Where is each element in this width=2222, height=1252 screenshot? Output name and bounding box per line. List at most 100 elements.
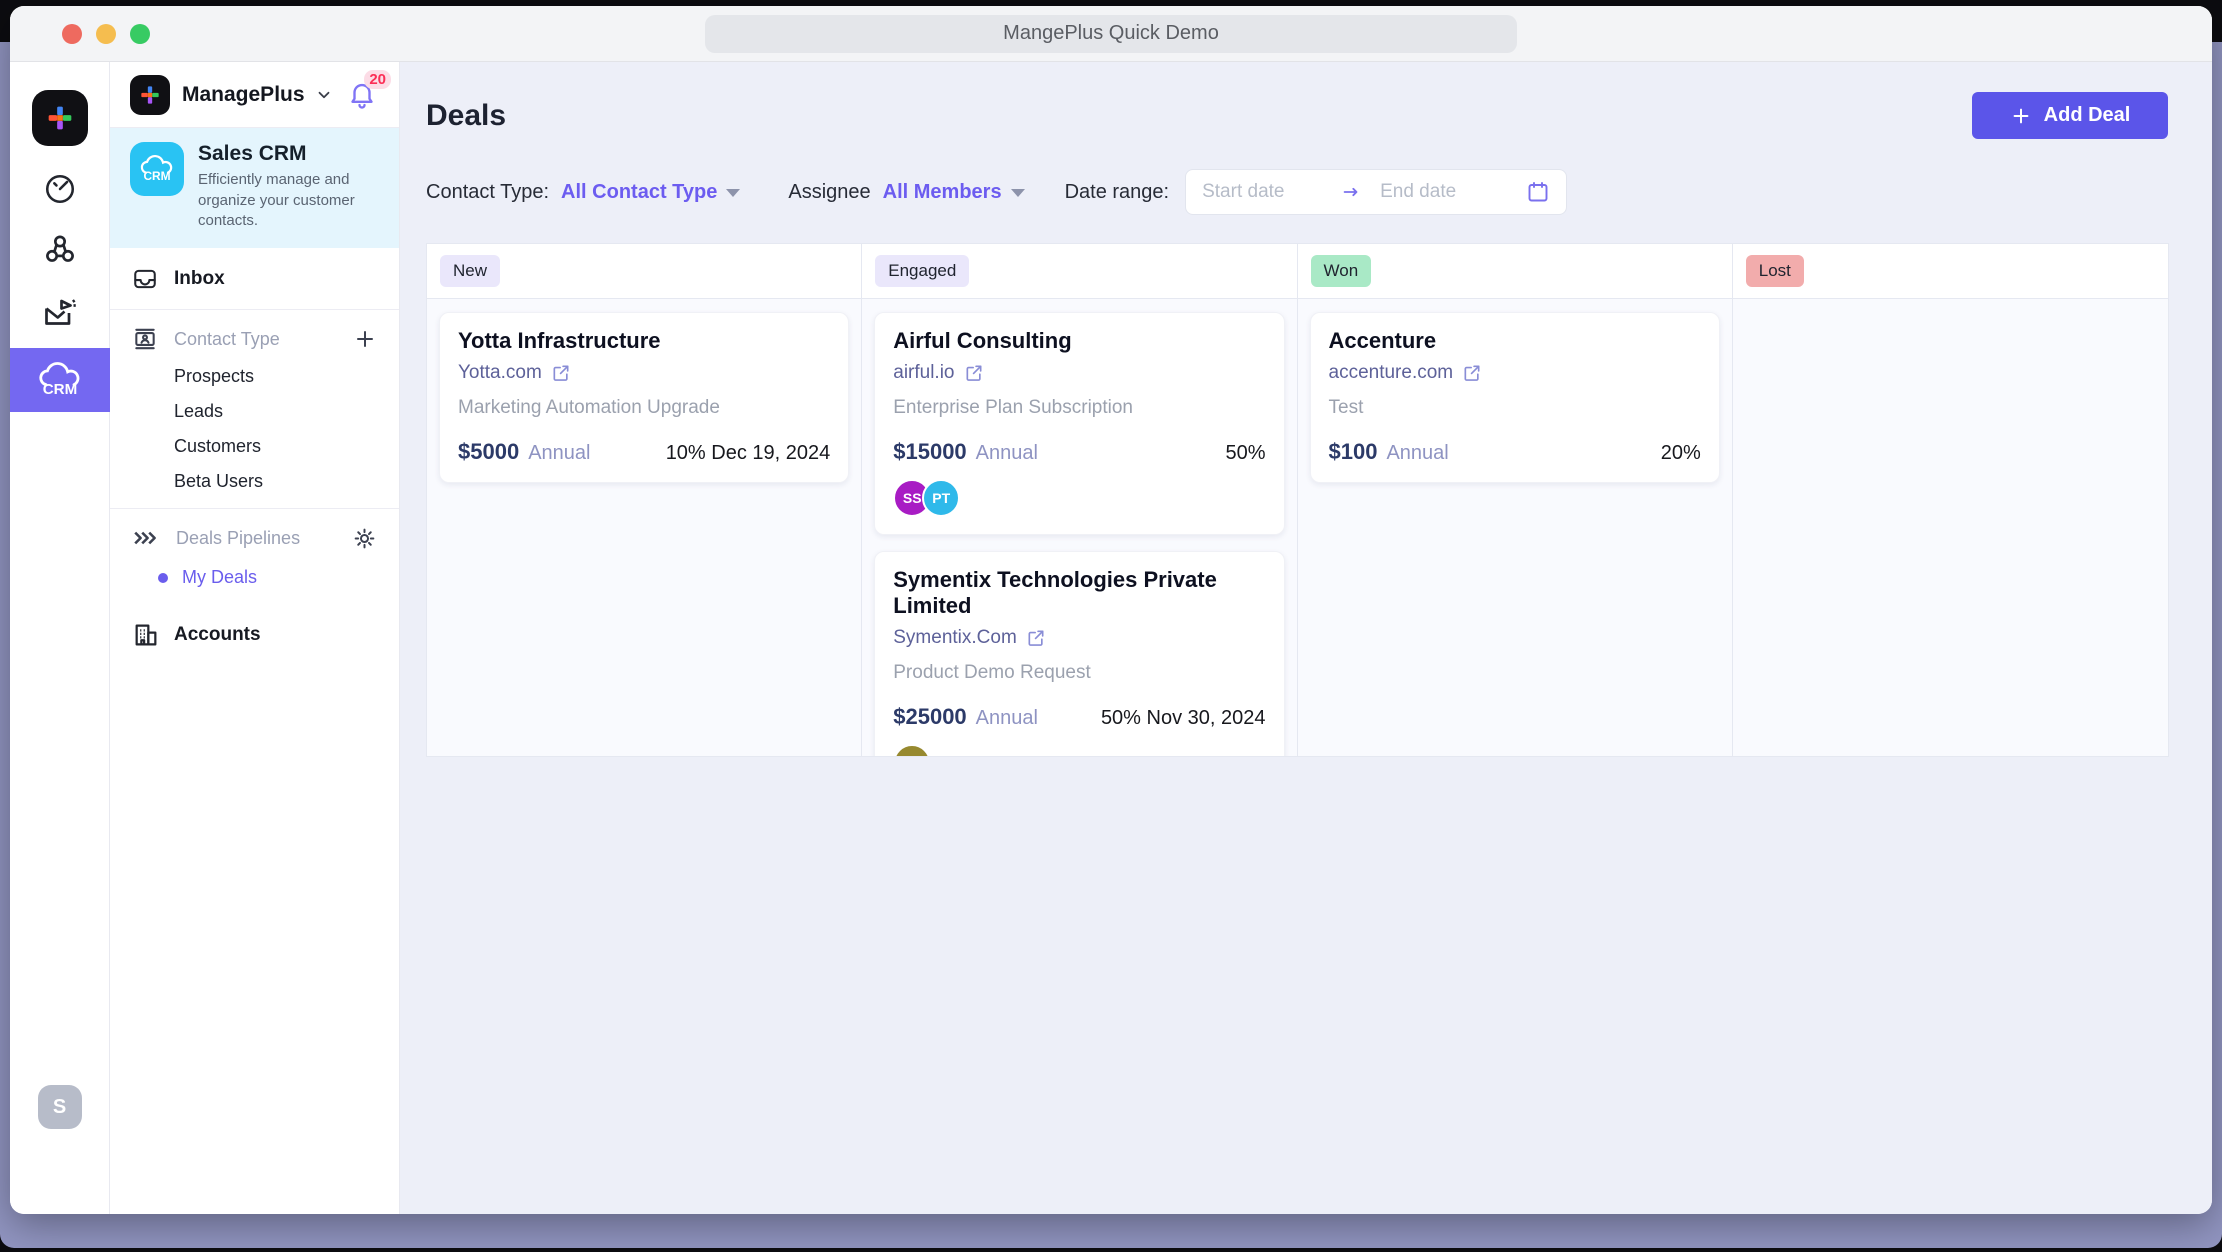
deal-assignees: SSPT xyxy=(893,479,1265,517)
column-body[interactable]: Airful Consulting airful.io Enterprise P… xyxy=(862,299,1296,756)
column-stage-badge: Engaged xyxy=(875,255,969,287)
assignee-filter-label: Assignee xyxy=(788,181,870,204)
deal-amount: $25000 xyxy=(893,704,966,730)
deal-title: Yotta Infrastructure xyxy=(458,328,830,354)
end-date-placeholder[interactable]: End date xyxy=(1380,181,1456,203)
deal-cadence: Annual xyxy=(976,442,1038,465)
window-title: MangePlus Quick Demo xyxy=(705,15,1517,53)
start-date-placeholder[interactable]: Start date xyxy=(1202,181,1330,203)
column-stage-badge: Lost xyxy=(1746,255,1804,287)
deal-assignees: DS xyxy=(893,744,1265,756)
deal-cadence: Annual xyxy=(528,442,590,465)
contact-type-filter-dropdown[interactable]: All Contact Type xyxy=(561,181,740,204)
deal-amount: $15000 xyxy=(893,439,966,465)
sidebar-item-customers[interactable]: Customers xyxy=(174,436,377,457)
sidebar-item-accounts[interactable]: Accounts xyxy=(110,610,399,660)
filters-bar: Contact Type: All Contact Type Assignee … xyxy=(426,169,2168,215)
active-dot-icon xyxy=(158,573,168,583)
contact-type-section: Contact Type Prospects Leads Customers Beta… xyxy=(110,310,399,509)
dashboard-icon[interactable] xyxy=(41,170,79,208)
chevron-down-icon[interactable] xyxy=(315,86,333,104)
column-body[interactable] xyxy=(1733,299,2168,756)
pipelines-icon xyxy=(132,525,160,551)
date-range-label: Date range: xyxy=(1065,181,1170,204)
assignee-avatar-pt[interactable]: PT xyxy=(922,479,960,517)
column-body[interactable]: Yotta Infrastructure Yotta.com Marketing… xyxy=(427,299,861,756)
column-stage-badge: Won xyxy=(1311,255,1372,287)
sidebar-item-inbox[interactable]: Inbox xyxy=(110,248,399,310)
add-contact-type-icon[interactable] xyxy=(353,327,377,351)
app-banner-title: Sales CRM xyxy=(198,142,379,166)
deal-probability-date: 10% Dec 19, 2024 xyxy=(666,442,831,465)
contacts-icon[interactable] xyxy=(41,230,79,268)
external-link-icon[interactable] xyxy=(1462,363,1482,383)
workspace-header: ManagePlus 20 xyxy=(110,62,399,128)
sidebar: ManagePlus 20 CRM xyxy=(110,62,400,1214)
icon-rail: CRM S xyxy=(10,62,110,1214)
deal-cadence: Annual xyxy=(976,707,1038,730)
date-range-input[interactable]: Start date End date xyxy=(1185,169,1567,215)
minimize-button[interactable] xyxy=(96,24,116,44)
column-stage-badge: New xyxy=(440,255,500,287)
app-banner-subtitle: Efficiently manage and organize your cus… xyxy=(198,170,379,232)
deal-website-link[interactable]: airful.io xyxy=(893,362,954,384)
assignee-avatar-ds[interactable]: DS xyxy=(893,744,931,756)
contact-type-label: Contact Type xyxy=(174,329,280,350)
arrow-right-icon xyxy=(1340,181,1362,203)
svg-text:CRM: CRM xyxy=(143,169,170,183)
kanban-column-won: Won Accenture accenture.com Test $100 An… xyxy=(1298,244,1733,756)
sidebar-item-prospects[interactable]: Prospects xyxy=(174,366,377,387)
manageplus-logo-icon[interactable] xyxy=(32,90,88,146)
page-title: Deals xyxy=(426,99,506,133)
kanban-column-new: New Yotta Infrastructure Yotta.com Marke… xyxy=(427,244,862,756)
sidebar-item-my-deals[interactable]: My Deals xyxy=(158,567,377,588)
assignee-filter-dropdown[interactable]: All Members xyxy=(883,181,1025,204)
deal-probability-date: 50% Nov 30, 2024 xyxy=(1101,707,1266,730)
deal-card[interactable]: Airful Consulting airful.io Enterprise P… xyxy=(874,312,1284,535)
workspace-name[interactable]: ManagePlus xyxy=(182,83,305,107)
traffic-lights xyxy=(62,24,150,44)
deal-website-link[interactable]: Symentix.Com xyxy=(893,627,1017,649)
external-link-icon[interactable] xyxy=(1026,628,1046,648)
zoom-button[interactable] xyxy=(130,24,150,44)
deal-cadence: Annual xyxy=(1386,442,1448,465)
deal-description: Enterprise Plan Subscription xyxy=(893,397,1265,419)
pipelines-settings-gear-icon[interactable] xyxy=(352,526,377,551)
sidebar-item-leads[interactable]: Leads xyxy=(174,401,377,422)
accounts-building-icon xyxy=(132,621,160,649)
external-link-icon[interactable] xyxy=(964,363,984,383)
close-button[interactable] xyxy=(62,24,82,44)
campaigns-icon[interactable] xyxy=(41,294,79,332)
column-body[interactable]: Accenture accenture.com Test $100 Annual… xyxy=(1298,299,1732,756)
inbox-icon xyxy=(132,266,158,292)
contact-type-filter-label: Contact Type: xyxy=(426,181,549,204)
app-window: MangePlus Quick Demo xyxy=(10,6,2212,1214)
sales-crm-banner[interactable]: CRM Sales CRM Efficiently manage and org… xyxy=(110,128,399,248)
deal-title: Accenture xyxy=(1329,328,1701,354)
deal-website-link[interactable]: accenture.com xyxy=(1329,362,1454,384)
deal-description: Product Demo Request xyxy=(893,662,1265,684)
profile-avatar[interactable]: S xyxy=(38,1085,82,1129)
notification-count-badge: 20 xyxy=(364,70,391,89)
notifications-bell-icon[interactable]: 20 xyxy=(345,78,379,112)
deal-card[interactable]: Accenture accenture.com Test $100 Annual… xyxy=(1310,312,1720,483)
deal-title: Airful Consulting xyxy=(893,328,1265,354)
deal-card[interactable]: Yotta Infrastructure Yotta.com Marketing… xyxy=(439,312,849,483)
kanban-board: New Yotta Infrastructure Yotta.com Marke… xyxy=(426,243,2169,757)
kanban-column-lost: Lost xyxy=(1733,244,2168,756)
external-link-icon[interactable] xyxy=(551,363,571,383)
deal-amount: $5000 xyxy=(458,439,519,465)
sidebar-item-beta-users[interactable]: Beta Users xyxy=(174,471,377,492)
workspace-logo-icon[interactable] xyxy=(130,75,170,115)
deal-title: Symentix Technologies Private Limited xyxy=(893,567,1265,619)
deal-card[interactable]: Symentix Technologies Private Limited Sy… xyxy=(874,551,1284,756)
sidebar-item-crm-active[interactable]: CRM xyxy=(10,348,110,412)
kanban-column-engaged: Engaged Airful Consulting airful.io Ente… xyxy=(862,244,1297,756)
window-titlebar: MangePlus Quick Demo xyxy=(10,6,2212,62)
calendar-icon[interactable] xyxy=(1526,180,1550,204)
svg-text:CRM: CRM xyxy=(42,381,77,398)
add-deal-button[interactable]: Add Deal xyxy=(1972,92,2168,139)
pipelines-label: Deals Pipelines xyxy=(176,528,300,549)
deal-website-link[interactable]: Yotta.com xyxy=(458,362,542,384)
deals-pipelines-section: Deals Pipelines My Deals xyxy=(110,509,399,594)
